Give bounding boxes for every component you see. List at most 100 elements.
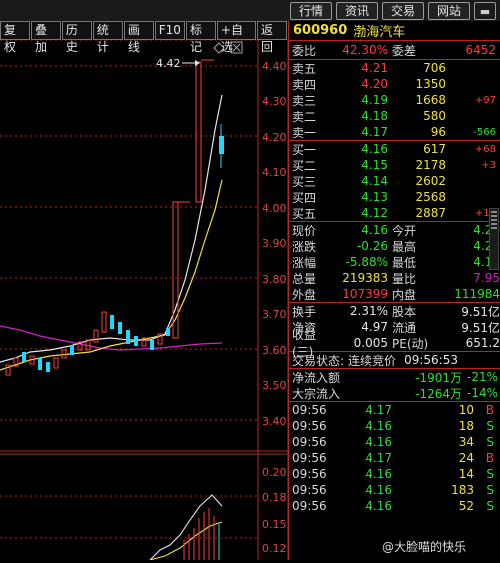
top-bar: 行情 资讯 交易 网站 ▬ [0,0,500,21]
ask-row-3[interactable]: 卖三 4.19 1668 +97 [289,92,500,108]
intraday-chart[interactable]: 4.40 4.30 4.20 4.10 4.00 3.90 3.80 3.70 … [0,39,289,561]
bid-row-4[interactable]: 买四 4.13 2568 [289,189,500,205]
close-box-icon[interactable] [230,41,243,54]
ask-volume: 96 [430,125,446,139]
quote-summary: 现价 4.16 今开 4.20 涨跌 -0.26 最高 4.29 涨幅 -5.88% 最低 4.1… [289,221,500,302]
quote-label: 今开 [392,223,417,238]
toolbar-overlay-button[interactable]: 叠加 [30,21,61,54]
candle-up [93,329,99,343]
tick-price: 4.16 [365,419,392,433]
ask-row-2[interactable]: 卖二 4.18 580 [289,108,500,124]
tick-volume: 18 [458,419,474,433]
toolbar-f10-button[interactable]: F10 [154,21,185,40]
side-scrollbar[interactable] [489,208,499,270]
stock-code: 600960 [293,23,348,38]
quote-row: 外盘 107399 内盘 111984 [289,286,500,302]
diamond-icon[interactable] [213,42,225,54]
tick-row: 09:56 4.16 18 S [289,418,500,434]
toolbar-back-button[interactable]: 返回 [257,21,287,54]
price-tick: 3.80 [262,273,287,286]
tick-row: 09:56 4.16 52 S [289,498,500,514]
fund-value: 4.97 [361,320,388,334]
tick-time: 09:56 [292,419,327,433]
quote-label: 最高 [392,239,417,254]
bid-label: 买一 [292,142,317,157]
quote-label: 总量 [292,271,317,286]
volume-tick: 0.18 [262,491,287,504]
ask-row-4[interactable]: 卖四 4.20 1350 [289,76,500,92]
quote-row: 涨跌 -0.26 最高 4.29 [289,238,500,254]
toolbar-restore-rights-button[interactable]: 复权 [0,21,30,54]
candle-down [134,336,138,346]
weicha-label: 委差 [392,43,417,58]
tick-time: 09:56 [292,483,327,497]
candle-up [101,311,107,333]
tick-side: S [486,467,494,481]
toolbar-mark-button[interactable]: 标记 [185,21,216,54]
bid-change: +3 [481,159,496,171]
quote-label: 涨幅 [292,255,317,270]
tick-price: 4.16 [365,467,392,481]
bid-change: +68 [474,143,496,155]
nav-quotes-button[interactable]: 行情 [289,2,332,20]
candle-up [195,61,202,203]
price-axis: 4.40 4.30 4.20 4.10 4.00 3.90 3.80 3.70 … [262,60,287,428]
fund-label: 流通 [392,320,417,335]
flow-amount: -1264万 [415,386,462,401]
quote-row: 涨幅 -5.88% 最低 4.11 [289,254,500,270]
ask-change: -566 [473,126,496,138]
bid-row-3[interactable]: 买三 4.14 2602 [289,173,500,189]
ask-label: 卖三 [292,93,317,108]
flow-label: 大宗流入 [292,386,341,401]
quote-value: 107399 [342,287,388,301]
candle-down [118,322,122,334]
ask-price: 4.17 [361,125,388,139]
tick-price: 4.17 [365,403,392,417]
chart-toolbar: 复权 叠加 历史 统计 画线 F10 标记 +自选 返回 [0,21,288,54]
bid-volume: 2568 [415,190,446,204]
fund-row: 收益(三) 0.005 PE(动) 651.2 [289,328,500,359]
toolbar-statistics-button[interactable]: 统计 [92,21,123,54]
kline-svg[interactable]: 4.40 4.30 4.20 4.10 4.00 3.90 3.80 3.70 … [0,39,289,561]
price-grid [0,39,289,560]
quote-panel: 600960 渤海汽车 委比 42.30% 委差 6452 卖五 4.21 706 … [288,21,500,560]
candle-down [22,352,26,362]
tick-time: 09:56 [292,403,327,417]
tick-side: B [485,451,494,465]
weibi-label: 委比 [292,43,317,58]
bid-row-1[interactable]: 买一 4.16 617 +68 [289,141,500,157]
tick-list: 09:56 4.17 10 B 09:56 4.16 18 S 09:56 4.16 34 S 0… [289,401,500,514]
ask-row-5[interactable]: 卖五 4.21 706 [289,60,500,76]
price-tick: 4.40 [262,60,287,73]
bid-row-2[interactable]: 买二 4.15 2178 +3 [289,157,500,173]
tick-volume: 10 [458,403,474,417]
ask-row-1[interactable]: 卖一 4.17 96 -566 [289,124,500,140]
bid-price: 4.14 [361,174,388,188]
bid-label: 买三 [292,174,317,189]
candle-down [150,340,154,350]
candles [5,59,224,376]
weibi-row: 委比 42.30% 委差 6452 [289,41,500,59]
tick-row: 09:56 4.16 183 S [289,482,500,498]
ask-label: 卖一 [292,125,317,140]
toolbar-add-watchlist-button[interactable]: +自选 [216,21,257,54]
ask-volume: 580 [423,109,446,123]
quote-value: -0.26 [356,239,388,253]
nav-website-button[interactable]: 网站 [427,2,470,20]
price-tick: 3.70 [262,308,287,321]
toolbar-history-button[interactable]: 历史 [61,21,92,54]
trade-status: 交易状态: 连续竞价 09:56:53 [289,351,500,368]
price-tick: 3.50 [262,379,287,392]
bid-price: 4.15 [361,158,388,172]
menu-icon[interactable]: ▬ [474,2,496,20]
fundamentals: 换手 2.31% 股本 9.51亿 净资 4.97 流通 9.51亿 收益(三) 0.005 P… [289,302,500,359]
volume-tick: 0.15 [262,518,287,531]
flow-percent: -21% [466,370,498,384]
nav-trade-button[interactable]: 交易 [381,2,424,20]
tick-row: 09:56 4.17 24 B [289,450,500,466]
bid-row-5[interactable]: 买五 4.12 2887 +12 [289,205,500,221]
candle-down [126,330,130,344]
bid-price: 4.13 [361,190,388,204]
toolbar-draw-line-button[interactable]: 画线 [123,21,154,54]
nav-news-button[interactable]: 资讯 [335,2,378,20]
